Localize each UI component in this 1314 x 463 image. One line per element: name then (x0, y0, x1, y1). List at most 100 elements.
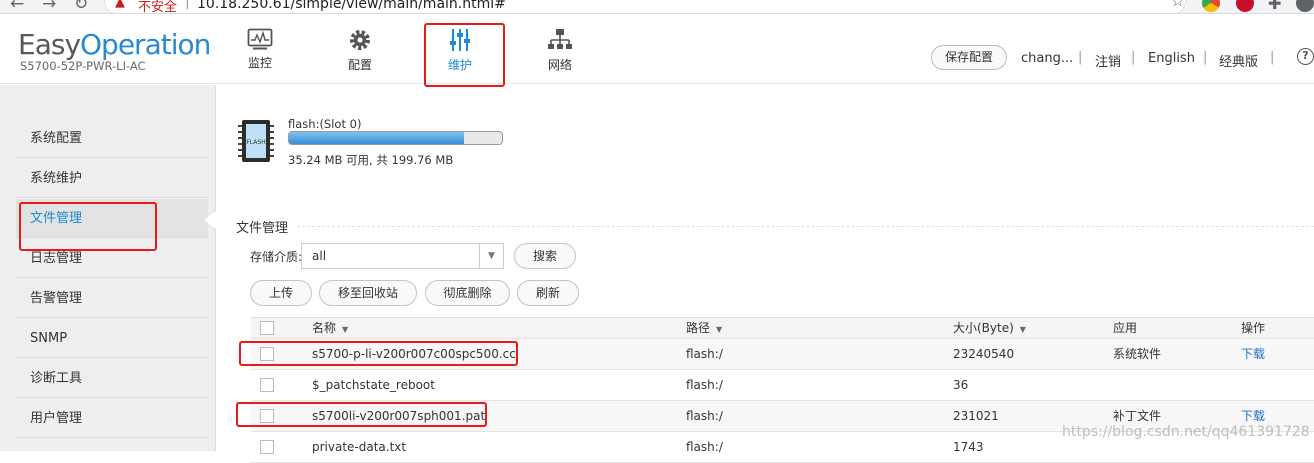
storage-title: flash:(Slot 0) (288, 117, 362, 131)
sidebar-item-system-config[interactable]: 系统配置 (16, 119, 208, 158)
permanent-delete-button[interactable]: 彻底删除 (425, 280, 510, 306)
file-name: s5700li-v200r007sph001.pat (312, 409, 486, 423)
column-app-header: 应用 (1113, 321, 1138, 335)
header-separator: | (1270, 50, 1275, 65)
file-path: flash:/ (686, 440, 723, 454)
warning-icon: ▲ (115, 0, 125, 10)
sidebar: 系统配置 系统维护 文件管理 日志管理 告警管理 SNMP 诊断工具 用户管理 (0, 85, 216, 451)
column-action-header: 操作 (1241, 321, 1266, 335)
extensions-puzzle-icon[interactable]: ✚ (1268, 0, 1281, 13)
active-item-pointer (204, 211, 216, 229)
sidebar-item-diagnostic-tools[interactable]: 诊断工具 (16, 359, 208, 398)
reload-icon[interactable]: ↻ (74, 0, 88, 13)
header-separator: | (1078, 50, 1083, 65)
help-icon[interactable]: ? (1297, 48, 1314, 65)
sidebar-item-user-management[interactable]: 用户管理 (16, 399, 208, 438)
table-header: 名称 ▼ 路径 ▼ 大小(Byte) ▼ 应用 操作 (251, 317, 1314, 339)
storage-usage-text: 35.24 MB 可用, 共 199.76 MB (288, 153, 454, 167)
upload-button[interactable]: 上传 (250, 280, 312, 306)
sidebar-item-system-maintenance[interactable]: 系统维护 (16, 159, 208, 198)
network-icon (548, 29, 572, 49)
header-separator: | (1203, 50, 1208, 65)
flash-chip-icon: FLASH (238, 120, 274, 162)
forward-icon[interactable]: → (42, 0, 56, 13)
table-row[interactable]: s5700-p-li-v200r007c00spc500.cc flash:/ … (251, 339, 1314, 370)
column-path-label: 路径 (686, 321, 711, 335)
file-size: 36 (953, 378, 969, 392)
storage-media-label: 存储介质: (250, 250, 303, 264)
nav-network[interactable]: 网络 (525, 24, 595, 82)
column-path-header[interactable]: 路径 ▼ (686, 318, 722, 340)
column-name-header[interactable]: 名称 ▼ (312, 318, 348, 340)
row-checkbox[interactable] (260, 409, 274, 423)
download-link[interactable]: 下载 (1241, 339, 1265, 370)
user-menu[interactable]: chang... (1021, 51, 1073, 66)
storage-media-select[interactable]: all ▼ (301, 243, 504, 269)
brand-logo: EasyOperation (18, 28, 211, 61)
monitor-icon (247, 28, 273, 50)
file-size: 23240540 (953, 347, 1015, 361)
section-title: 文件管理 (236, 221, 289, 236)
storage-media-value: all (312, 249, 327, 263)
logout-link[interactable]: 注销 (1095, 51, 1121, 70)
row-checkbox[interactable] (260, 440, 274, 454)
logo-easy-text: Easy (18, 28, 81, 61)
sidebar-item-log-management[interactable]: 日志管理 (16, 239, 208, 278)
nav-config-label: 配置 (347, 58, 372, 72)
row-checkbox[interactable] (260, 347, 274, 361)
security-label: 不安全 (138, 0, 178, 14)
sidebar-item-alarm-management[interactable]: 告警管理 (16, 279, 208, 318)
file-table: 名称 ▼ 路径 ▼ 大小(Byte) ▼ 应用 操作 s5700-p-li-v200r… (251, 317, 1314, 463)
storage-progress-fill (289, 132, 465, 144)
file-path: flash:/ (686, 347, 723, 361)
nav-maintenance-label: 维护 (447, 58, 472, 72)
nav-config[interactable]: 配置 (325, 24, 395, 82)
file-app: 系统软件 (1113, 347, 1162, 361)
select-all-checkbox[interactable] (260, 321, 274, 335)
move-to-recycle-button[interactable]: 移至回收站 (319, 280, 417, 306)
sidebar-item-file-management[interactable]: 文件管理 (16, 199, 208, 238)
classic-version-link[interactable]: 经典版 (1219, 51, 1258, 70)
back-icon[interactable]: ← (10, 0, 24, 13)
refresh-button[interactable]: 刷新 (517, 280, 579, 306)
section-divider (297, 226, 1314, 227)
address-bar[interactable]: ▲ 不安全 | 10.18.250.61/simple/view/main/ma… (104, 0, 1186, 14)
sort-caret-icon: ▼ (342, 325, 349, 334)
profile-avatar-icon[interactable] (1296, 0, 1314, 12)
search-button[interactable]: 搜索 (514, 243, 576, 269)
file-size: 1743 (953, 440, 984, 454)
chevron-down-icon[interactable]: ▼ (479, 244, 503, 268)
sort-caret-icon: ▼ (716, 325, 723, 334)
file-name: s5700-p-li-v200r007c00spc500.cc (312, 347, 516, 361)
adblock-extension-icon[interactable] (1236, 0, 1254, 12)
column-size-header[interactable]: 大小(Byte) ▼ (953, 318, 1026, 340)
nav-monitor[interactable]: 监控 (225, 24, 295, 82)
table-row[interactable]: $_patchstate_reboot flash:/ 36 (251, 370, 1314, 401)
column-size-label: 大小(Byte) (953, 321, 1014, 335)
flash-chip-label: FLASH (246, 139, 265, 146)
sidebar-item-snmp[interactable]: SNMP (16, 319, 208, 358)
file-size: 231021 (953, 409, 999, 423)
file-path: flash:/ (686, 409, 723, 423)
nav-maintenance[interactable]: 维护 (425, 24, 495, 82)
browser-toolbar: ← → ↻ ▲ 不安全 | 10.18.250.61/simple/view/m… (0, 0, 1314, 14)
save-config-button[interactable]: 保存配置 (931, 45, 1007, 70)
header-separator: | (1131, 50, 1136, 65)
chrome-extension-icon[interactable] (1202, 0, 1220, 12)
main-content: FLASH flash:(Slot 0) 35.24 MB 可用, 共 199.… (217, 85, 1314, 463)
column-name-label: 名称 (312, 321, 337, 335)
nav-monitor-label: 监控 (247, 56, 272, 70)
sliders-icon (450, 29, 470, 51)
file-name: $_patchstate_reboot (312, 378, 435, 392)
storage-progress-bar (288, 131, 503, 145)
url-separator: | (185, 0, 190, 10)
gear-icon (350, 30, 370, 50)
nav-network-label: 网络 (547, 58, 572, 72)
csdn-watermark: https://blog.csdn.net/qq461391728 (1062, 424, 1310, 440)
logo-operation-text: Operation (80, 28, 211, 61)
language-switch[interactable]: English (1148, 51, 1195, 66)
sort-caret-icon: ▼ (1019, 325, 1026, 334)
row-checkbox[interactable] (260, 378, 274, 392)
url-text[interactable]: 10.18.250.61/simple/view/main/main.html# (197, 0, 506, 12)
bookmark-star-icon[interactable]: ☆ (1171, 0, 1184, 10)
